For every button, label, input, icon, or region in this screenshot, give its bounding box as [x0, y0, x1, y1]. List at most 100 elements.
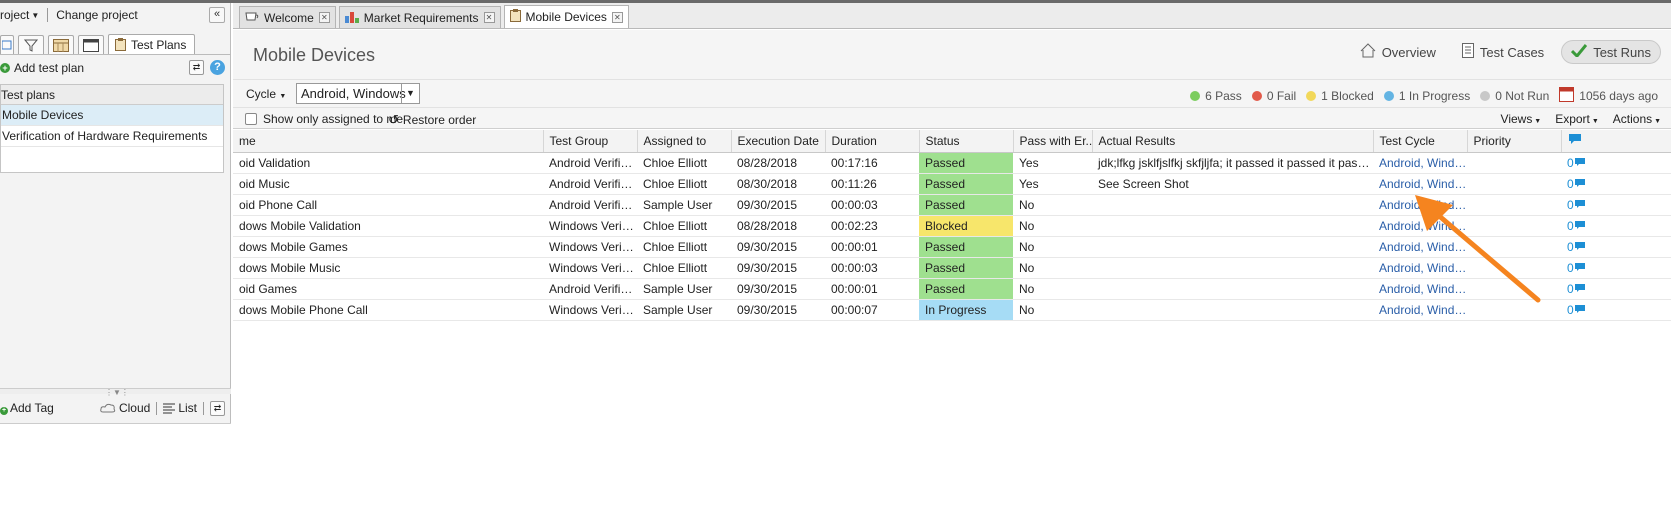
cell-status: Blocked [919, 215, 1013, 237]
cell-pass-err: No [1013, 194, 1092, 216]
close-icon[interactable]: ✕ [611, 11, 623, 23]
cell-pass-err: No [1013, 257, 1092, 279]
cell-comments[interactable]: 0 [1561, 257, 1671, 279]
column-header[interactable]: Assigned to [637, 130, 732, 153]
comment-count: 0 [1567, 176, 1574, 191]
column-header[interactable]: Execution Date [731, 130, 826, 153]
tab-welcome[interactable]: Welcome ✕ [239, 6, 336, 28]
list-view-icon[interactable] [0, 35, 14, 54]
dropdown-caret-icon: ▼ [1532, 118, 1542, 125]
tab-label: Market Requirements [363, 10, 479, 25]
add-tag-button[interactable]: + Add Tag [0, 401, 54, 415]
project-menu[interactable]: roject ▼ [0, 8, 39, 22]
cell-group: Windows Verific... [543, 215, 637, 237]
restore-order-button[interactable]: ↺ Restore order [388, 112, 476, 128]
cell-comments[interactable]: 0 [1561, 236, 1671, 258]
table-row[interactable]: oid Music Android Verifica... Chloe Elliot… [233, 173, 1671, 195]
comment-icon [1574, 303, 1586, 317]
window-icon[interactable] [78, 35, 104, 54]
cell-comments[interactable]: 0 [1561, 194, 1671, 216]
filter-bar: Cycle ▼ Android, Windows ▼ 6 Pass 0 Fail 1… [233, 79, 1671, 107]
cycle-select-value: Android, Windows [301, 86, 406, 101]
cell-assigned: Chloe Elliott [637, 215, 731, 237]
comment-count: 0 [1567, 197, 1574, 212]
panel-splitter[interactable]: ⋮▼⋮ [0, 388, 231, 397]
cell-assigned: Sample User [637, 194, 731, 216]
close-icon[interactable]: ✕ [483, 12, 495, 23]
tab-mobile-devices[interactable]: Mobile Devices ✕ [503, 5, 629, 28]
show-only-assigned-checkbox[interactable] [245, 113, 257, 125]
show-only-assigned-toggle[interactable]: Show only assigned to me [245, 112, 403, 126]
test-plans-header: Test plans [1, 85, 223, 105]
views-menu[interactable]: Views ▼ [1501, 112, 1542, 126]
status-count: 0 Not Run [1480, 89, 1549, 103]
annotation-arrow [1415, 195, 1541, 303]
column-header[interactable]: Duration [825, 130, 920, 153]
view-test-cases-button[interactable]: Test Cases [1453, 40, 1553, 64]
help-icon[interactable]: ? [210, 60, 225, 75]
status-summary: 6 Pass 0 Fail 1 Blocked 1 In Progress 0 Not … [1190, 87, 1658, 105]
tab-market-requirements[interactable]: Market Requirements ✕ [338, 6, 501, 28]
cell-assigned: Chloe Elliott [637, 152, 731, 174]
view-overview-button[interactable]: Overview [1351, 40, 1445, 64]
cell-comments[interactable]: 0 [1561, 173, 1671, 195]
cloud-icon [100, 403, 116, 413]
column-header[interactable]: Priority [1467, 130, 1562, 153]
cell-pass-err: Yes [1013, 173, 1092, 195]
cloud-view-button[interactable]: Cloud [100, 401, 150, 415]
column-header[interactable]: Test Group [543, 130, 638, 153]
add-test-plan-button[interactable]: Add test plan [14, 61, 84, 75]
cell-cycle[interactable]: Android, Windows [1373, 173, 1467, 195]
test-plans-list: Test plans Mobile Devices Verification of… [0, 84, 224, 173]
column-header[interactable]: Status [919, 130, 1014, 153]
checkmark-icon [1571, 44, 1588, 60]
status-count-label: 0 Fail [1266, 89, 1297, 103]
status-count: 1 In Progress [1383, 89, 1471, 103]
status-count: 0 Fail [1251, 89, 1297, 103]
comment-icon [1574, 282, 1586, 296]
add-tag-label: Add Tag [10, 401, 54, 415]
status-count-label: 1 Blocked [1321, 89, 1374, 103]
column-header[interactable]: Pass with Er... [1013, 130, 1093, 153]
cell-cycle[interactable]: Android, Windows [1373, 152, 1467, 174]
cell-date: 09/30/2015 [731, 257, 825, 279]
column-header[interactable]: Test Cycle [1373, 130, 1468, 153]
collapse-panel-icon[interactable]: « [209, 7, 225, 23]
column-header[interactable]: me [233, 130, 544, 153]
comments-column-header[interactable] [1561, 130, 1671, 153]
cell-status: In Progress [919, 299, 1013, 321]
calendar-icon[interactable] [48, 35, 74, 54]
list-view-button[interactable]: List [163, 401, 197, 415]
tab-test-plans[interactable]: Test Plans [108, 34, 196, 54]
view-test-runs-button[interactable]: Test Runs [1561, 40, 1661, 64]
test-plan-item[interactable]: Verification of Hardware Requirements [1, 126, 223, 147]
cell-comments[interactable]: 0 [1561, 299, 1671, 321]
cell-pass-err: No [1013, 215, 1092, 237]
cell-status: Passed [919, 194, 1013, 216]
test-plan-item[interactable]: Mobile Devices [1, 105, 223, 126]
refresh-icon[interactable]: ⇄ [189, 60, 204, 75]
cycle-menu[interactable]: Cycle ▼ [246, 87, 286, 101]
tab-label: Welcome [264, 10, 314, 25]
close-icon[interactable]: ✕ [318, 12, 330, 23]
column-header[interactable]: Actual Results [1092, 130, 1374, 153]
status-count-label: 1 In Progress [1398, 89, 1471, 103]
table-row[interactable]: oid Validation Android Verifica... Chloe E… [233, 152, 1671, 174]
cell-pass-err: Yes [1013, 152, 1092, 174]
cycle-select[interactable]: Android, Windows ▼ [296, 83, 420, 104]
add-plus-icon: + [0, 63, 10, 73]
cell-comments[interactable]: 0 [1561, 152, 1671, 174]
actions-menu[interactable]: Actions ▼ [1613, 112, 1661, 126]
list-icon [163, 403, 176, 413]
cell-comments[interactable]: 0 [1561, 278, 1671, 300]
cell-comments[interactable]: 0 [1561, 215, 1671, 237]
cell-actual [1092, 278, 1373, 300]
cell-actual [1092, 257, 1373, 279]
dropdown-caret-icon: ▼ [1589, 118, 1599, 125]
change-project-link[interactable]: Change project [56, 8, 137, 22]
refresh-icon[interactable]: ⇄ [210, 400, 225, 416]
view-switcher: Overview Test Cases Test Runs [1351, 40, 1661, 64]
filter-icon[interactable] [18, 35, 44, 54]
cell-assigned: Chloe Elliott [637, 173, 731, 195]
export-menu[interactable]: Export ▼ [1555, 112, 1599, 126]
